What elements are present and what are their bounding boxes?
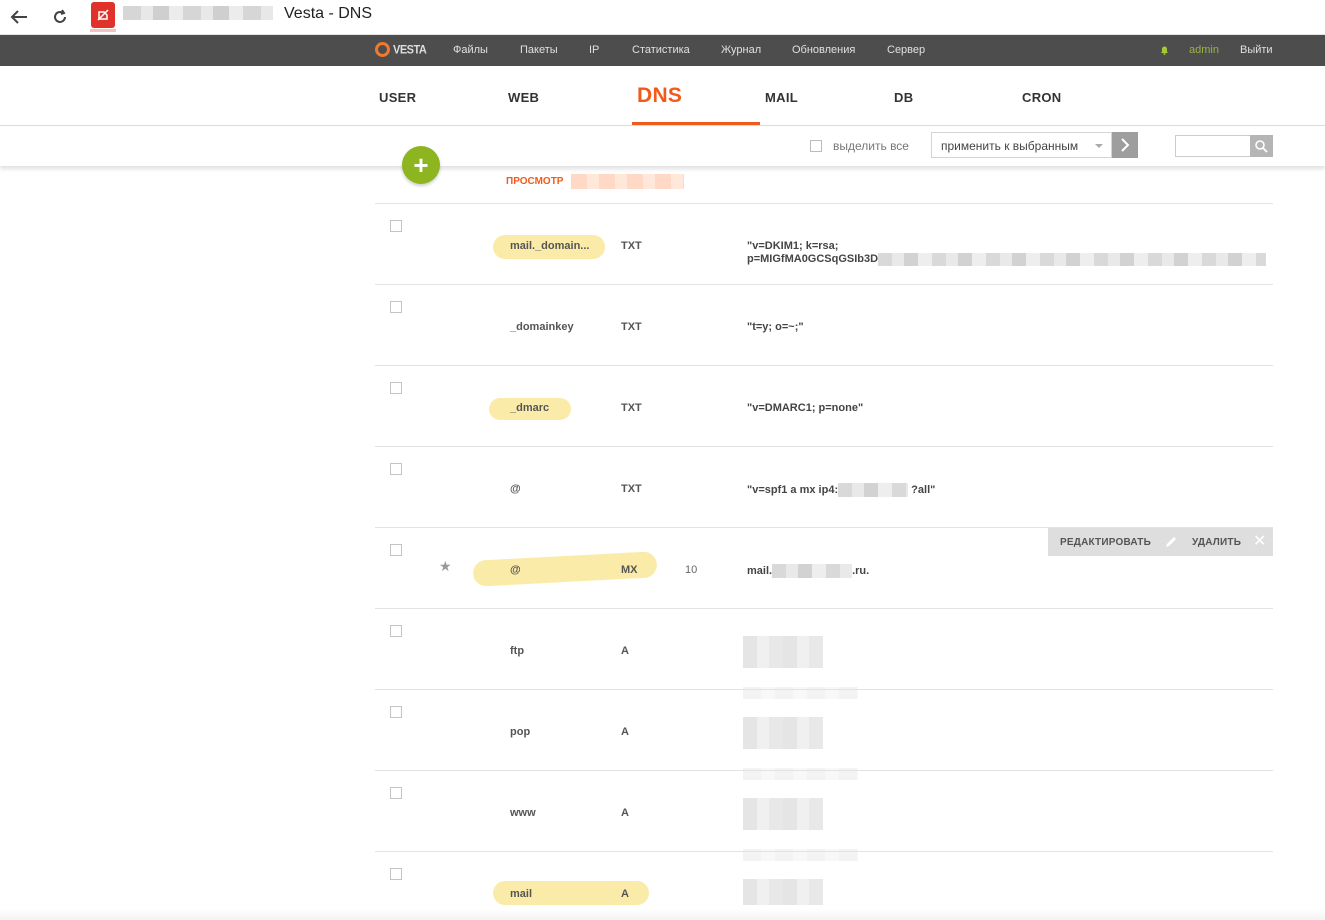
bulk-action-select[interactable]: применить к выбранным [931,132,1112,158]
add-record-button[interactable]: + [402,146,440,184]
tab-user[interactable]: USER [379,90,416,105]
row-checkbox[interactable] [390,706,402,718]
row-checkbox[interactable] [390,301,402,313]
record-value: mail. .ru. [747,564,870,578]
logout-link[interactable]: Выйти [1240,44,1273,56]
row-checkbox[interactable] [390,220,402,232]
browser-toolbar: Vesta - DNS [0,0,1325,35]
topnav-ip[interactable]: IP [589,44,599,56]
tab-mail[interactable]: MAIL [765,90,798,105]
search-button[interactable] [1250,135,1273,157]
record-name: pop [510,726,531,738]
row-checkbox[interactable] [390,787,402,799]
tab-db[interactable]: DB [894,90,913,105]
table-row[interactable]: mail A [375,851,1273,909]
record-type: TXT [621,321,642,333]
search-input[interactable] [1175,135,1251,157]
chevron-right-icon [1121,138,1130,152]
tab-cron[interactable]: CRON [1022,90,1061,105]
edit-button[interactable]: РЕДАКТИРОВАТЬ [1060,537,1151,548]
row-checkbox[interactable] [390,382,402,394]
table-row[interactable]: _dmarc TXT "v=DMARC1; p=none" [375,365,1273,446]
table-row[interactable]: mail._domain... TXT "v=DKIM1; k=rsa; p=M… [375,203,1273,284]
row-checkbox[interactable] [390,868,402,880]
delete-button[interactable]: УДАЛИТЬ [1192,537,1241,548]
vesta-logo[interactable]: VESTA [375,42,427,57]
record-value: "v=DMARC1; p=none" [747,402,864,414]
record-name: @ [510,483,521,495]
chevron-down-icon [1095,144,1103,148]
blurred-key [878,253,1267,266]
table-row[interactable]: ftp A [375,608,1273,699]
close-icon[interactable]: ✕ [1253,534,1266,550]
apply-bulk-button[interactable] [1112,132,1138,158]
select-all-label[interactable]: выделить все [833,139,909,153]
blurred-value [743,798,823,830]
top-navigation: VESTA Файлы Пакеты IP Статистика Журнал … [0,35,1325,66]
record-value: "v=spf1 a mx ip4: ?all" [747,483,936,497]
section-tabs: USER WEB DNS MAIL DB CRON [0,66,1325,126]
row-checkbox[interactable] [390,463,402,475]
table-row[interactable]: pop A [375,689,1273,780]
table-row[interactable]: @ TXT "v=spf1 a mx ip4: ?all" [375,446,1273,527]
current-user[interactable]: admin [1189,44,1219,56]
reload-icon[interactable] [47,5,73,29]
tab-title[interactable]: Vesta - DNS [284,5,372,23]
topnav-packages[interactable]: Пакеты [520,44,558,56]
record-type: A [621,807,629,819]
logo-ring-icon [375,42,390,57]
record-type: TXT [621,402,642,414]
blurred-domain [571,174,684,189]
blurred-value [743,717,823,749]
topnav-files[interactable]: Файлы [453,44,488,56]
row-checkbox[interactable] [390,544,402,556]
bell-icon[interactable] [1160,45,1169,55]
bulk-action-value: применить к выбранным [941,139,1079,153]
topnav-statistics[interactable]: Статистика [632,44,690,56]
record-type: TXT [621,240,642,252]
page-bottom [0,909,1325,920]
active-tab-indicator [632,122,760,125]
tab-favicon-icon [90,2,116,32]
record-name: mail._domain... [510,240,590,252]
row-actions: РЕДАКТИРОВАТЬ УДАЛИТЬ ✕ [1048,528,1273,556]
blurred-domain [772,564,853,578]
table-row[interactable]: _domainkey TXT "t=y; o=~;" [375,284,1273,365]
star-icon[interactable]: ★ [439,558,452,575]
search-icon [1255,139,1268,153]
record-type: MX [621,564,638,576]
list-toolbar: выделить все применить к выбранным [0,126,1325,166]
table-row[interactable]: ★ @ MX 10 mail. .ru. РЕДАКТИРОВАТЬ УДАЛИТ… [375,527,1273,608]
record-name: _domainkey [510,321,574,333]
row-checkbox[interactable] [390,625,402,637]
select-all-checkbox[interactable] [810,140,822,152]
record-priority: 10 [685,564,698,576]
topnav-server[interactable]: Сервер [887,44,925,56]
record-name: ftp [510,645,525,657]
blurred-url [123,6,273,20]
tab-web[interactable]: WEB [508,90,539,105]
pencil-icon[interactable] [1164,535,1178,549]
record-type: A [621,888,629,900]
record-value: "v=DKIM1; k=rsa; p=MIGfMA0GCSqGSIb3D [747,240,1267,266]
record-type: TXT [621,483,642,495]
record-name: _dmarc [510,402,550,414]
record-value: "t=y; o=~;" [747,321,804,333]
table-row[interactable]: www A [375,770,1273,861]
dns-records-list: mail._domain... TXT "v=DKIM1; k=rsa; p=M… [375,203,1273,909]
record-name: mail [510,888,533,900]
view-label: ПРОСМОТР [506,176,564,187]
record-type: A [621,645,629,657]
plus-icon: + [413,150,429,180]
blurred-ip [838,483,909,497]
record-type: A [621,726,629,738]
blurred-value [743,879,823,905]
topnav-updates[interactable]: Обновления [792,44,855,56]
blurred-value [743,636,823,668]
topnav-log[interactable]: Журнал [721,44,761,56]
back-arrow-icon[interactable] [6,5,32,29]
record-name: www [510,807,536,819]
record-name: @ [510,564,521,576]
tab-dns[interactable]: DNS [637,84,682,108]
